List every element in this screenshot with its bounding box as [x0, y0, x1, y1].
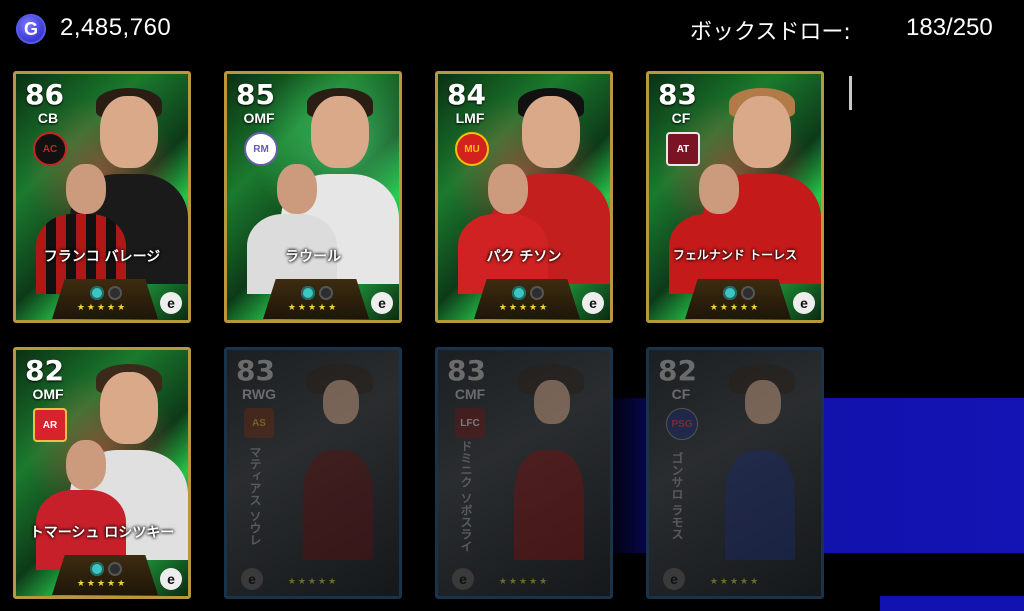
skill-chip-icon — [723, 286, 737, 300]
player-rating: 85 — [236, 78, 275, 111]
card-plate — [52, 279, 158, 319]
player-rating: 82 — [25, 354, 64, 387]
card-plate — [685, 279, 791, 319]
player-rating: 86 — [25, 78, 64, 111]
card-plate — [474, 279, 580, 319]
skill-chip-icon — [90, 562, 104, 576]
card-plate — [52, 555, 158, 595]
efootball-logo-icon: e — [582, 292, 604, 314]
player-name: トマーシュ ロシツキー — [29, 525, 175, 541]
atletico-crest-icon: AT — [666, 132, 700, 166]
player-position: OMF — [32, 386, 64, 402]
coin-amount: 2,485,760 — [60, 14, 172, 41]
scrollbar[interactable] — [849, 76, 852, 110]
player-image — [695, 360, 821, 560]
player-rating: 83 — [658, 78, 697, 111]
efootball-logo-icon: e — [371, 292, 393, 314]
skill-chip-icon — [90, 286, 104, 300]
skill-chip-icon — [512, 286, 526, 300]
box-draw-label: ボックスドロー: — [690, 20, 851, 45]
card-plate — [263, 279, 369, 319]
efootball-logo-icon: e — [793, 292, 815, 314]
player-card[interactable]: 86 CB AC フランコ バレージ ★★★★★ e — [13, 71, 191, 323]
skill-chip-icon — [108, 562, 122, 576]
player-name: ドミニク ソボスライ — [459, 439, 473, 553]
box-draw-count: 183/250 — [906, 14, 993, 41]
player-name: マティアス ソウレ — [248, 445, 262, 547]
player-name: フランコ バレージ — [43, 249, 161, 265]
player-card-locked[interactable]: 83 CMF LFC ドミニク ソボスライ ★★★★★ e — [435, 347, 613, 599]
player-image — [273, 360, 399, 560]
real-madrid-crest-icon: RM — [244, 132, 278, 166]
player-rating: 82 — [658, 354, 697, 387]
efootball-logo-icon: e — [241, 568, 263, 590]
player-card[interactable]: 85 OMF RM ラウール ★★★★★ e — [224, 71, 402, 323]
man-united-crest-icon: MU — [455, 132, 489, 166]
player-position: CMF — [454, 386, 486, 402]
player-position: LMF — [455, 110, 485, 126]
skill-chip-icon — [530, 286, 544, 300]
player-card[interactable]: 82 OMF AR トマーシュ ロシツキー ★★★★★ e — [13, 347, 191, 599]
skill-chip-icon — [301, 286, 315, 300]
player-rating: 83 — [447, 354, 486, 387]
player-card-locked[interactable]: 83 RWG AS マティアス ソウレ ★★★★★ e — [224, 347, 402, 599]
skill-chip-icon — [741, 286, 755, 300]
efootball-logo-icon: e — [663, 568, 685, 590]
player-card-locked[interactable]: 82 CF PSG ゴンサロ ラモス ★★★★★ e — [646, 347, 824, 599]
player-rating: 83 — [236, 354, 275, 387]
arsenal-crest-icon: AR — [33, 408, 67, 442]
background-band-bottom — [880, 596, 1024, 611]
player-image — [484, 360, 610, 560]
gp-coin-icon: G — [16, 14, 46, 44]
player-card[interactable]: 84 LMF MU パク チソン ★★★★★ e — [435, 71, 613, 323]
efootball-logo-icon: e — [160, 568, 182, 590]
efootball-logo-icon: e — [452, 568, 474, 590]
player-card[interactable]: 83 CF AT フェルナンド トーレス ★★★★★ e — [646, 71, 824, 323]
player-rating: 84 — [447, 78, 486, 111]
player-position: CF — [671, 386, 691, 402]
efootball-logo-icon: e — [160, 292, 182, 314]
skill-chip-icon — [108, 286, 122, 300]
player-name: パク チソン — [486, 249, 562, 265]
player-position: OMF — [243, 110, 275, 126]
player-name: フェルナンド トーレス — [672, 248, 798, 262]
player-position: RWG — [242, 386, 276, 402]
skill-chip-icon — [319, 286, 333, 300]
player-position: CF — [671, 110, 691, 126]
player-position: CB — [37, 110, 59, 126]
player-name: ゴンサロ ラモス — [670, 451, 684, 541]
player-name: ラウール — [285, 249, 341, 265]
milan-crest-icon: AC — [33, 132, 67, 166]
